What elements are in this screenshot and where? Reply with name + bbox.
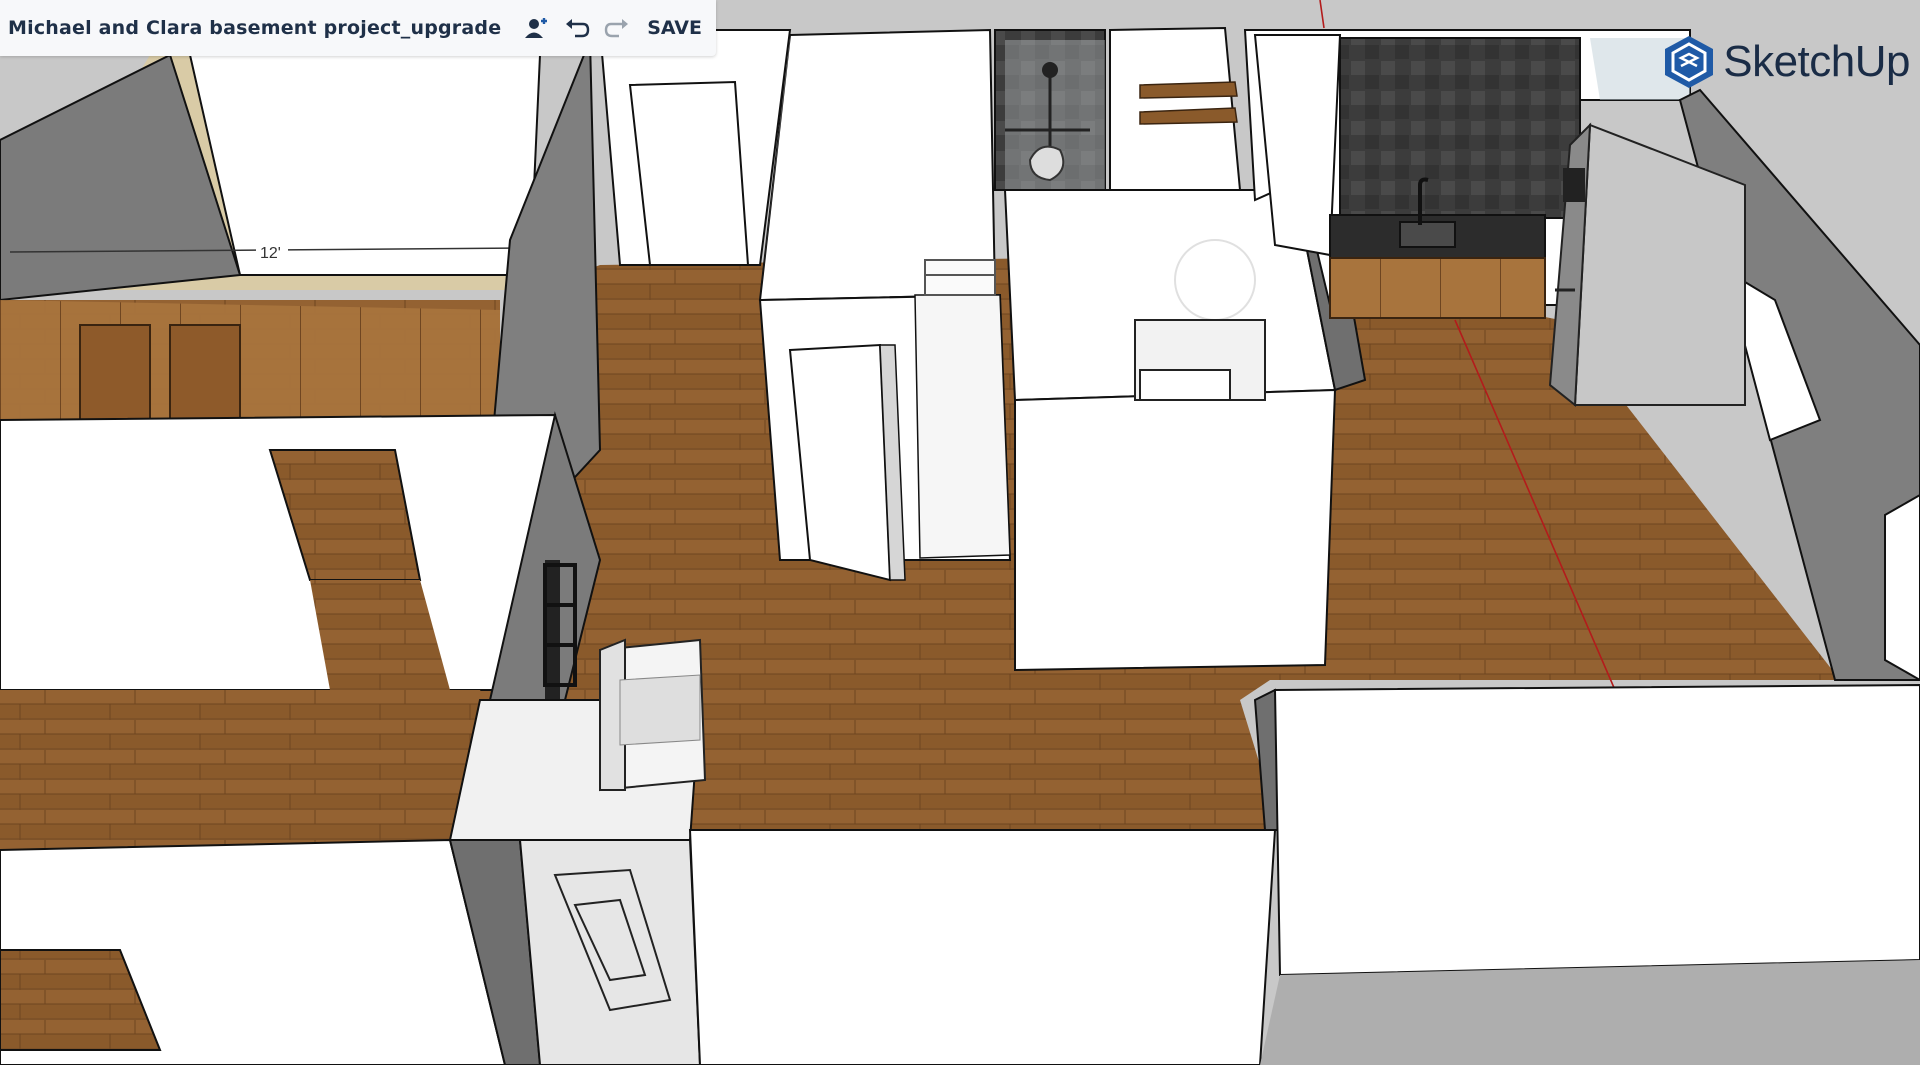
dimension-label: 12' [260,245,281,262]
redo-icon [605,19,629,38]
logo-text: SketchUp [1723,37,1910,86]
add-collaborator-button[interactable] [517,8,557,48]
back-door[interactable] [628,80,750,266]
dimension-annotation: 12' [256,240,288,262]
shower [994,29,1106,191]
redo-button[interactable] [597,8,637,48]
wall-shelves [1109,26,1242,191]
project-title: Michael and Clara basement project_upgra… [8,17,502,39]
bathroom [1003,178,1367,672]
undo-button[interactable] [557,8,597,48]
save-button[interactable]: SAVE [637,8,716,48]
sofa [599,638,707,792]
back-center-wall [598,29,792,266]
top-toolbar: Michael and Clara basement project_upgra… [0,0,716,56]
model-viewport[interactable]: 12' [0,0,1920,1065]
back-left-room [0,53,542,421]
sketchup-logo-icon [1665,36,1714,88]
undo-icon [566,19,590,38]
add-collaborator-icon [525,18,548,38]
sketchup-logo: SketchUp [1663,34,1910,90]
center-closet [758,28,1012,582]
